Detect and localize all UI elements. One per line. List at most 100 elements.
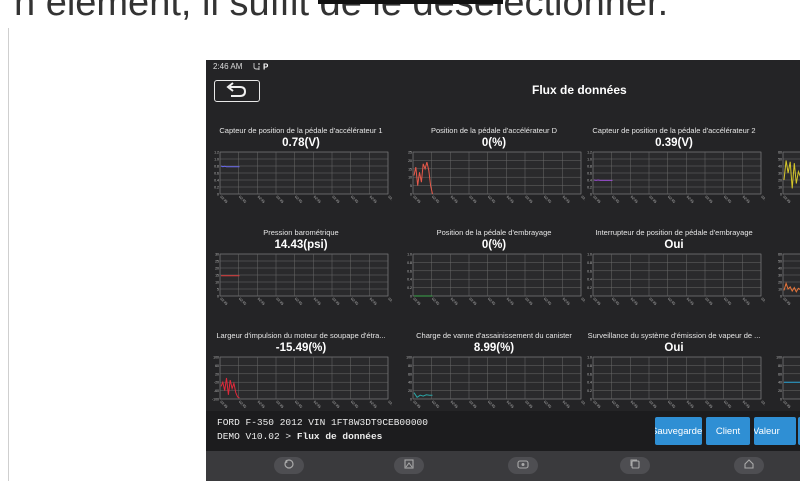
- x-tick-label: 02:45: [686, 400, 695, 409]
- y-tick-label: 30: [778, 172, 782, 176]
- y-tick-label: 20: [778, 389, 782, 393]
- y-tick-label: 40: [778, 267, 782, 271]
- y-tick-label: 100: [776, 356, 782, 360]
- y-tick-label: -60: [214, 389, 219, 393]
- y-tick-label: 0.8: [214, 165, 219, 169]
- x-tick-label: 02:45: [630, 400, 639, 409]
- x-tick-label: 02:45: [257, 297, 266, 306]
- value-button[interactable]: Valeur: [754, 417, 796, 445]
- panel-chart: 605040302010002:4502:4502:4502:4502:4502…: [778, 253, 800, 306]
- panel-value: Oui: [664, 342, 684, 354]
- vci-button[interactable]: [508, 457, 538, 474]
- x-tick-label: 02:45: [611, 297, 620, 306]
- y-tick-label: 100: [406, 356, 412, 360]
- data-stream-panel[interactable]: Interrupteur de position de pédale d'emb…: [579, 222, 769, 332]
- x-tick-label: 02:45: [294, 195, 303, 204]
- x-tick-label: 02:45: [487, 195, 496, 204]
- y-tick-label: 0: [780, 295, 782, 299]
- y-tick-label: 0.6: [214, 172, 219, 176]
- y-tick-label: 60: [215, 364, 219, 368]
- panel-chart: 1006020-20-60-10002:45 02:45 02:45 02:45 02:…: [212, 356, 392, 409]
- x-tick-label: 02:45: [450, 297, 459, 306]
- y-tick-label: 0.6: [587, 372, 592, 376]
- x-tick-label: 02:45: [667, 297, 676, 306]
- y-tick-label: 20: [215, 267, 219, 271]
- x-tick-label: 02:45: [331, 400, 340, 409]
- x-tick-label: 02:45: [704, 195, 713, 204]
- y-tick-label: 0.2: [587, 286, 592, 290]
- save-button-label: Sauvegarder: [655, 425, 702, 437]
- chart-plot-area: [219, 356, 389, 400]
- panel-value: 0(%): [481, 239, 507, 251]
- y-tick-label: 20: [408, 159, 412, 163]
- x-tick-label: 02:45: [742, 297, 751, 306]
- panel-chart: 10080604020002:4502:4502:4502:4502:4502:…: [776, 356, 800, 409]
- back-button[interactable]: [214, 80, 260, 102]
- vci-icon: [516, 457, 530, 475]
- data-stream-panel[interactable]: Capteur de position de la pédale d'accél…: [206, 120, 396, 230]
- y-tick-label: 10: [408, 176, 412, 180]
- data-stream-panel[interactable]: Position de la pédale d'accélérateur D 0(…: [399, 120, 589, 230]
- y-tick-label: 0.4: [587, 381, 592, 385]
- data-stream-panel[interactable]: Valeur réelle605040302010002:4502:4502:4…: [769, 222, 800, 332]
- y-tick-label: 1.0: [587, 158, 592, 162]
- panel-chart: 30252015105002:45 02:45 02:45 02:45 02:45 02:…: [215, 253, 392, 306]
- x-tick-label: 02:45: [524, 195, 533, 204]
- y-tick-label: 1.2: [587, 151, 592, 155]
- x-tick-label: 02:45: [742, 195, 751, 204]
- parking-icon: P: [263, 63, 269, 72]
- x-tick-label: 02:45: [275, 195, 284, 204]
- panel-chart: 1.00.80.60.40.2002:45 02:45 02:45 02:45 02:4…: [587, 253, 765, 306]
- y-tick-label: 50: [778, 158, 782, 162]
- x-tick-label: 02:45: [369, 400, 378, 409]
- recent-apps-button[interactable]: [620, 457, 650, 474]
- value-button-label: Valeur: [754, 425, 780, 437]
- panel-title: Position de la pédale: [769, 126, 800, 135]
- data-stream-panel[interactable]: Capteur de position de la pédale d'accél…: [579, 120, 769, 230]
- data-stream-panel[interactable]: Pression barométrique 14.43(psi) 30 25 20 15 1…: [206, 222, 396, 332]
- return-arrow-icon: [215, 82, 258, 104]
- y-tick-label: 0.6: [587, 269, 592, 273]
- vehicle-info: FORD F-350 2012 VIN 1FT8W3DT9CEB00000: [217, 417, 428, 428]
- y-tick-label: 1.0: [587, 356, 592, 360]
- client-button[interactable]: Client: [706, 417, 750, 445]
- x-tick-label: 02:45: [630, 297, 639, 306]
- y-tick-label: 0.8: [407, 261, 412, 265]
- y-tick-label: 0.2: [214, 186, 219, 190]
- panel-chart: 252015105002:45 02:45 02:45 02:45 02:45 02:45…: [408, 151, 585, 204]
- x-tick-label: 02:45: [294, 400, 303, 409]
- x-tick-label: 02:45: [506, 195, 515, 204]
- save-button[interactable]: Sauvegarder: [655, 417, 702, 445]
- y-tick-label: 20: [408, 389, 412, 393]
- panel-chart: 1.21.00.80.60.40.2002:45 02:45 02:45 02:45 0…: [214, 151, 392, 204]
- panel-value: Oui: [664, 239, 684, 251]
- x-tick-label: 02:45: [275, 297, 284, 306]
- x-tick-label: 02:45: [742, 400, 751, 409]
- y-tick-label: 60: [778, 253, 782, 257]
- x-tick-label: 02:45: [238, 400, 247, 409]
- screenshot-button[interactable]: [394, 457, 424, 474]
- status-time: 2:46 AM: [213, 62, 243, 71]
- x-tick-label: 02:45: [369, 195, 378, 204]
- x-tick-label: 02:45: [468, 297, 477, 306]
- chart-plot-area: [412, 356, 582, 400]
- chart-plot-area: [412, 253, 582, 297]
- y-tick-label: 1.0: [407, 253, 412, 257]
- x-tick-label: 02:45: [686, 195, 695, 204]
- x-tick-label: 02:45: [648, 195, 657, 204]
- y-tick-label: 25: [215, 260, 219, 264]
- home-button[interactable]: [734, 457, 764, 474]
- chart-plot-area: [592, 253, 762, 297]
- refresh-button[interactable]: [274, 457, 304, 474]
- data-stream-panel[interactable]: Position de la pédale d'embrayage 0(%) 1.0…: [399, 222, 589, 332]
- y-tick-label: 1.2: [214, 151, 219, 155]
- y-tick-label: 15: [408, 167, 412, 171]
- x-tick-label: 02:45: [782, 297, 791, 306]
- x-tick-label: 02:45: [468, 195, 477, 204]
- x-tick-label: 02:45: [562, 400, 571, 409]
- panel-title: Capteur de position de la pédale d'accél…: [592, 126, 756, 135]
- panel-title: Surveillance du système d'émission de va…: [587, 331, 761, 340]
- panel-value: 14.43(psi): [274, 239, 328, 251]
- x-tick-label: 02:45: [313, 400, 322, 409]
- data-stream-panel[interactable]: Position de la pédale605040302010002:450…: [769, 120, 800, 230]
